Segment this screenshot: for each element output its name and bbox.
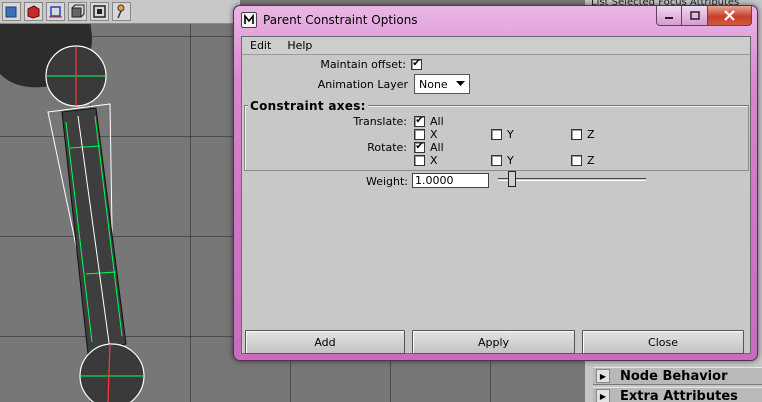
section-label: Extra Attributes — [620, 388, 738, 402]
rotate-all-checkbox[interactable]: ✔ — [414, 141, 425, 153]
chevron-down-icon — [453, 77, 467, 91]
window-controls — [656, 6, 752, 26]
weight-slider-handle[interactable] — [508, 171, 516, 187]
add-button[interactable]: Add — [245, 330, 405, 354]
translate-x-checkbox[interactable] — [414, 128, 425, 140]
maya-app-icon — [241, 12, 257, 28]
apply-button[interactable]: Apply — [412, 330, 575, 354]
close-icon — [724, 10, 735, 21]
translate-y-checkbox[interactable] — [491, 128, 502, 140]
joint-icon[interactable] — [112, 2, 131, 21]
frame-icon[interactable] — [90, 2, 109, 21]
rotate-x-checkbox[interactable] — [414, 154, 425, 166]
constraint-axes-title: Constraint axes: — [248, 99, 368, 113]
dialog-client-area: Edit Help Maintain offset: ✔ Animation L… — [241, 36, 751, 354]
translate-all-row: Translate: ✔ All — [242, 114, 444, 128]
shelf-toolbar — [0, 0, 240, 24]
menu-edit[interactable]: Edit — [249, 39, 272, 52]
maintain-offset-row: Maintain offset: ✔ — [242, 57, 422, 71]
close-window-button[interactable] — [708, 6, 752, 26]
parent-constraint-options-window: Parent Constraint Options Edit Help Main… — [233, 5, 758, 361]
wireframe-cube-icon[interactable] — [68, 2, 87, 21]
rotate-y-checkbox[interactable] — [491, 154, 502, 166]
animation-layer-dropdown[interactable]: None — [414, 74, 470, 94]
rotate-y-label: Y — [507, 153, 514, 167]
animation-layer-row: Animation Layer — [242, 77, 412, 91]
title-bar[interactable]: Parent Constraint Options — [234, 6, 757, 34]
rotate-z-checkbox[interactable] — [571, 154, 582, 166]
weight-row: Weight: — [242, 174, 408, 188]
translate-label: Translate: — [353, 114, 407, 128]
rotate-label: Rotate: — [367, 140, 407, 154]
weight-slider-track[interactable] — [498, 178, 646, 181]
rotate-z-label: Z — [587, 153, 595, 167]
translate-y-label: Y — [507, 127, 514, 141]
rotate-all-row: Rotate: ✔ All — [242, 140, 444, 154]
close-button[interactable]: Close — [582, 330, 744, 354]
expand-arrow-icon[interactable]: ▶ — [596, 369, 610, 383]
rotate-axes-row: X Y Z — [414, 153, 595, 167]
cube-icon[interactable] — [2, 2, 21, 21]
translate-z-label: Z — [587, 127, 595, 141]
minimize-icon — [665, 16, 673, 19]
translate-x-label: X — [430, 127, 438, 141]
translate-all-checkbox[interactable]: ✔ — [414, 115, 425, 127]
animation-layer-value: None — [419, 77, 448, 91]
maintain-offset-label: Maintain offset: — [320, 57, 406, 71]
red-cube-icon[interactable] — [24, 2, 43, 21]
rotate-all-label: All — [430, 140, 444, 154]
section-node-behavior[interactable]: ▶ Node Behavior — [593, 367, 762, 385]
rotate-x-label: X — [430, 153, 438, 167]
window-title: Parent Constraint Options — [263, 13, 418, 27]
section-extra-attributes[interactable]: ▶ Extra Attributes — [593, 387, 762, 402]
scale-icon[interactable] — [46, 2, 65, 21]
weight-input[interactable]: 1.0000 — [412, 173, 489, 188]
menu-help[interactable]: Help — [286, 39, 313, 52]
translate-z-checkbox[interactable] — [571, 128, 582, 140]
expand-arrow-icon[interactable]: ▶ — [596, 389, 610, 402]
animation-layer-label: Animation Layer — [317, 77, 408, 91]
maximize-button[interactable] — [682, 6, 708, 26]
menu-bar: Edit Help — [242, 37, 750, 55]
translate-axes-row: X Y Z — [414, 127, 595, 141]
weight-label: Weight: — [365, 174, 408, 188]
translate-all-label: All — [430, 114, 444, 128]
section-label: Node Behavior — [620, 368, 728, 384]
maintain-offset-checkbox[interactable]: ✔ — [411, 58, 422, 70]
minimize-button[interactable] — [656, 6, 682, 26]
maximize-icon — [689, 10, 700, 20]
